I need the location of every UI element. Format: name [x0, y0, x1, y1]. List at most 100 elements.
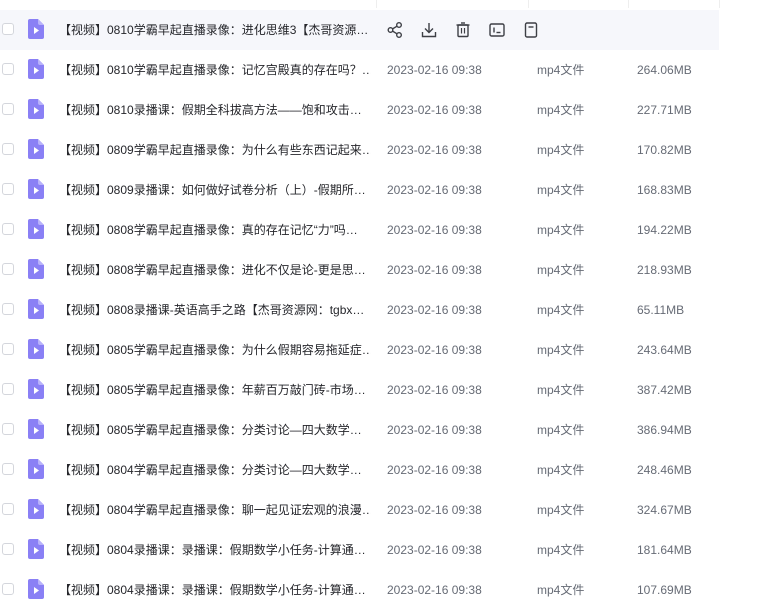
row-checkbox[interactable] [2, 223, 14, 235]
file-date: 2023-02-16 09:38 [387, 463, 482, 477]
download-icon[interactable] [419, 20, 439, 40]
row-checkbox[interactable] [2, 183, 14, 195]
video-file-icon [28, 99, 44, 119]
video-file-icon [28, 219, 44, 239]
video-file-icon [28, 139, 44, 159]
video-file-icon [28, 339, 44, 359]
row-checkbox[interactable] [2, 343, 14, 355]
file-name[interactable]: 【视频】0808学霸早起直播录像：真的存在记忆“力”吗… [59, 210, 371, 250]
row-checkbox[interactable] [2, 543, 14, 555]
file-type: mp4文件 [537, 383, 585, 397]
file-row[interactable]: 【视频】0810学霸早起直播录像：记忆宫殿真的存在吗？… 2023-02-16 … [0, 50, 775, 90]
row-checkbox[interactable] [2, 103, 14, 115]
file-type: mp4文件 [537, 263, 585, 277]
share-icon[interactable] [385, 20, 405, 40]
video-file-icon [28, 419, 44, 439]
file-size: 324.67MB [637, 503, 692, 517]
more-icon[interactable] [521, 20, 541, 40]
video-file-icon [28, 499, 44, 519]
video-file-icon [28, 459, 44, 479]
file-date: 2023-02-16 09:38 [387, 263, 482, 277]
file-row[interactable]: 【视频】0804学霸早起直播录像：聊一起见证宏观的浪漫… 2023-02-16 … [0, 490, 775, 530]
row-checkbox[interactable] [2, 303, 14, 315]
file-date: 2023-02-16 09:38 [387, 583, 482, 597]
file-date: 2023-02-16 09:38 [387, 143, 482, 157]
file-size: 107.69MB [637, 583, 692, 597]
file-row[interactable]: 【视频】0804学霸早起直播录像：分类讨论—四大数学… 2023-02-16 0… [0, 450, 775, 490]
header-divider [0, 0, 775, 8]
file-name[interactable]: 【视频】0805学霸早起直播录像：年薪百万敲门砖-市场… [59, 370, 371, 410]
file-type: mp4文件 [537, 423, 585, 437]
file-row[interactable]: 【视频】0805学霸早起直播录像：分类讨论—四大数学… 2023-02-16 0… [0, 410, 775, 450]
file-type: mp4文件 [537, 183, 585, 197]
file-row[interactable]: 【视频】0805学霸早起直播录像：为什么假期容易拖延症… 2023-02-16 … [0, 330, 775, 370]
file-date: 2023-02-16 09:38 [387, 543, 482, 557]
file-type: mp4文件 [537, 503, 585, 517]
file-name[interactable]: 【视频】0804学霸早起直播录像：聊一起见证宏观的浪漫… [59, 490, 371, 530]
file-date: 2023-02-16 09:38 [387, 303, 482, 317]
video-file-icon [28, 59, 44, 79]
file-name[interactable]: 【视频】0808学霸早起直播录像：进化不仅是论-更是思… [59, 250, 371, 290]
file-name[interactable]: 【视频】0804学霸早起直播录像：分类讨论—四大数学… [59, 450, 371, 490]
file-row[interactable]: 【视频】0804录播课：录播课：假期数学小任务-计算通… 2023-02-16 … [0, 530, 775, 570]
file-type: mp4文件 [537, 303, 585, 317]
file-size: 170.82MB [637, 143, 692, 157]
file-size: 248.46MB [637, 463, 692, 477]
video-file-icon [28, 539, 44, 559]
file-name[interactable]: 【视频】0804录播课：录播课：假期数学小任务-计算通… [59, 570, 371, 610]
file-type: mp4文件 [537, 583, 585, 597]
file-row[interactable]: 【视频】0809录播课：如何做好试卷分析（上）-假期所… 2023-02-16 … [0, 170, 775, 210]
video-file-icon [28, 299, 44, 319]
file-date: 2023-02-16 09:38 [387, 223, 482, 237]
file-row[interactable]: 【视频】0808学霸早起直播录像：真的存在记忆“力”吗… 2023-02-16 … [0, 210, 775, 250]
rename-icon[interactable] [487, 20, 507, 40]
row-checkbox[interactable] [2, 23, 14, 35]
file-name[interactable]: 【视频】0810录播课：假期全科拔高方法——饱和攻击… [59, 90, 371, 130]
file-size: 227.71MB [637, 103, 692, 117]
video-file-icon [28, 379, 44, 399]
file-type: mp4文件 [537, 143, 585, 157]
file-row[interactable]: 【视频】0808学霸早起直播录像：进化不仅是论-更是思… 2023-02-16 … [0, 250, 775, 290]
file-size: 386.94MB [637, 423, 692, 437]
file-name[interactable]: 【视频】0810学霸早起直播录像：进化思维3【杰哥资源… [59, 10, 371, 50]
file-size: 218.93MB [637, 263, 692, 277]
video-file-icon [28, 19, 44, 39]
file-row[interactable]: 【视频】0810学霸早起直播录像：进化思维3【杰哥资源… [0, 10, 719, 50]
video-file-icon [28, 179, 44, 199]
row-checkbox[interactable] [2, 423, 14, 435]
file-name[interactable]: 【视频】0805学霸早起直播录像：为什么假期容易拖延症… [59, 330, 371, 370]
file-type: mp4文件 [537, 543, 585, 557]
file-list: 【视频】0810学霸早起直播录像：进化思维3【杰哥资源… 【视频】0810学霸早… [0, 10, 775, 610]
row-checkbox[interactable] [2, 503, 14, 515]
file-size: 168.83MB [637, 183, 692, 197]
file-row[interactable]: 【视频】0810录播课：假期全科拔高方法——饱和攻击… 2023-02-16 0… [0, 90, 775, 130]
file-row[interactable]: 【视频】0809学霸早起直播录像：为什么有些东西记起来… 2023-02-16 … [0, 130, 775, 170]
video-file-icon [28, 259, 44, 279]
file-name[interactable]: 【视频】0804录播课：录播课：假期数学小任务-计算通… [59, 530, 371, 570]
file-row[interactable]: 【视频】0804录播课：录播课：假期数学小任务-计算通… 2023-02-16 … [0, 570, 775, 610]
file-date: 2023-02-16 09:38 [387, 343, 482, 357]
row-checkbox[interactable] [2, 463, 14, 475]
file-size: 194.22MB [637, 223, 692, 237]
file-name[interactable]: 【视频】0809学霸早起直播录像：为什么有些东西记起来… [59, 130, 371, 170]
row-checkbox[interactable] [2, 383, 14, 395]
file-date: 2023-02-16 09:38 [387, 503, 482, 517]
file-name[interactable]: 【视频】0808录播课-英语高手之路【杰哥资源网：tgbx… [59, 290, 371, 330]
file-name[interactable]: 【视频】0805学霸早起直播录像：分类讨论—四大数学… [59, 410, 371, 450]
file-type: mp4文件 [537, 223, 585, 237]
file-name[interactable]: 【视频】0810学霸早起直播录像：记忆宫殿真的存在吗？… [59, 50, 371, 90]
file-size: 181.64MB [637, 543, 692, 557]
file-size: 387.42MB [637, 383, 692, 397]
row-checkbox[interactable] [2, 263, 14, 275]
file-name[interactable]: 【视频】0809录播课：如何做好试卷分析（上）-假期所… [59, 170, 371, 210]
file-row[interactable]: 【视频】0808录播课-英语高手之路【杰哥资源网：tgbx… 2023-02-1… [0, 290, 775, 330]
file-size: 243.64MB [637, 343, 692, 357]
file-date: 2023-02-16 09:38 [387, 63, 482, 77]
file-row[interactable]: 【视频】0805学霸早起直播录像：年薪百万敲门砖-市场… 2023-02-16 … [0, 370, 775, 410]
file-date: 2023-02-16 09:38 [387, 183, 482, 197]
row-checkbox[interactable] [2, 583, 14, 595]
file-date: 2023-02-16 09:38 [387, 103, 482, 117]
delete-icon[interactable] [453, 20, 473, 40]
row-checkbox[interactable] [2, 63, 14, 75]
row-checkbox[interactable] [2, 143, 14, 155]
